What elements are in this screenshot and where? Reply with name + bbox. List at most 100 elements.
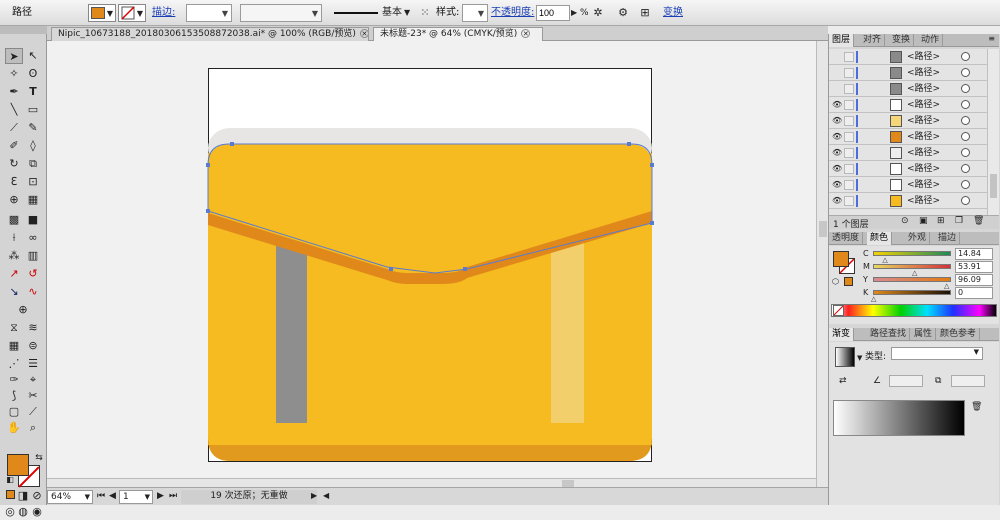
close-icon[interactable]: ✕ xyxy=(521,29,531,38)
hand-tool-icon[interactable]: ✋ xyxy=(5,420,23,436)
none-mode-icon[interactable]: ⊘ xyxy=(28,488,46,504)
aspect-ratio-field[interactable] xyxy=(951,375,985,387)
angle-field[interactable] xyxy=(889,375,923,387)
perspective-grid-tool-icon[interactable]: ▦ xyxy=(24,192,42,208)
eye-icon[interactable]: 👁 xyxy=(832,180,842,190)
layer-row[interactable]: 👁 <路径> xyxy=(829,161,987,177)
mesh-tool-icon[interactable]: ▩ xyxy=(5,212,23,228)
direct-selection-tool-icon[interactable]: ↖ xyxy=(24,48,42,64)
gradient-type-select[interactable]: ▼ xyxy=(891,347,983,360)
eye-icon[interactable]: 👁 xyxy=(832,100,842,110)
scrollbar-thumb[interactable] xyxy=(819,221,827,237)
gradient-preview[interactable] xyxy=(835,347,855,367)
channel-value-input[interactable]: 14.84 xyxy=(955,248,993,260)
document-setup-icon[interactable]: ⚙ xyxy=(614,4,632,22)
eye-icon[interactable] xyxy=(832,68,842,78)
eye-icon[interactable]: 👁 xyxy=(832,116,842,126)
make-clipping-mask-icon[interactable]: ▣ xyxy=(919,216,928,226)
lock-toggle[interactable] xyxy=(844,132,854,142)
document-canvas[interactable] xyxy=(47,41,828,487)
reverse-gradient-icon[interactable]: ⇄ xyxy=(839,376,847,386)
tab-gradient[interactable]: 渐变 xyxy=(829,328,855,341)
none-color-icon[interactable] xyxy=(833,305,844,316)
target-icon[interactable] xyxy=(961,196,970,205)
lock-toggle[interactable] xyxy=(844,180,854,190)
shape-builder-tool-icon[interactable]: ⊕ xyxy=(5,192,23,208)
document-tab-active[interactable]: 未标题-23* @ 64% (CMYK/预览) ✕ xyxy=(373,27,543,41)
lock-toggle[interactable] xyxy=(844,148,854,158)
gradient-tool-icon[interactable]: ■ xyxy=(24,212,42,228)
color-fill-swatch[interactable] xyxy=(833,251,849,267)
tab-stroke[interactable]: 描边 xyxy=(935,232,961,245)
rectangle-tool-icon[interactable]: ▭ xyxy=(24,102,42,118)
line-tool-icon[interactable]: ╲ xyxy=(5,102,23,118)
layer-row[interactable]: <路径> xyxy=(829,49,987,65)
fill-color-button[interactable]: ▼ xyxy=(88,4,116,22)
eye-icon[interactable]: 👁 xyxy=(832,148,842,158)
target-icon[interactable] xyxy=(961,68,970,77)
close-icon[interactable]: ✕ xyxy=(359,29,368,38)
blend-tool-icon[interactable]: ∞ xyxy=(24,230,42,246)
slider-thumb-icon[interactable]: △ xyxy=(871,296,876,303)
target-icon[interactable] xyxy=(961,132,970,141)
variable-width-field[interactable]: ▼ xyxy=(240,4,322,22)
locate-object-icon[interactable]: ⊙ xyxy=(901,216,909,226)
stroke-weight-field[interactable]: ▼ xyxy=(186,4,232,22)
chevron-down-icon[interactable]: ▼ xyxy=(857,354,862,362)
transform-link[interactable]: 变换 xyxy=(663,4,683,22)
angle-icon[interactable]: ∠ xyxy=(873,376,881,386)
scrollbar-thumb[interactable] xyxy=(990,174,997,198)
fill-color-box[interactable] xyxy=(7,454,29,476)
opacity-link[interactable]: 不透明度: xyxy=(491,4,534,22)
pen-tool-icon[interactable]: ✒ xyxy=(5,84,23,100)
layer-row[interactable]: 👁 <路径> xyxy=(829,177,987,193)
slider-track[interactable] xyxy=(873,290,951,295)
tab-color[interactable]: 颜色 xyxy=(867,232,893,245)
chevron-right-icon[interactable]: ▶ xyxy=(571,4,577,22)
target-icon[interactable] xyxy=(961,116,970,125)
layers-scrollbar[interactable] xyxy=(987,49,999,215)
warp-tool-icon[interactable]: ℇ xyxy=(5,174,23,190)
lock-toggle[interactable] xyxy=(844,196,854,206)
brush-profile-select[interactable]: 基本 ▼ xyxy=(332,4,414,22)
stroke-link[interactable]: 描边: xyxy=(152,4,175,22)
list-tool-icon[interactable]: ☰ xyxy=(24,356,42,372)
layer-row[interactable]: 👁 <路径> xyxy=(829,113,987,129)
tab-actions[interactable]: 动作 xyxy=(918,34,944,47)
target-icon[interactable] xyxy=(961,148,970,157)
envelope-tool-icon[interactable]: ≋ xyxy=(24,320,42,336)
new-layer-icon[interactable]: ❐ xyxy=(955,216,963,226)
panel-menu-icon[interactable]: ≡ xyxy=(988,34,995,43)
tab-layers[interactable]: 图层 xyxy=(829,34,855,47)
out-of-gamut-swatch[interactable] xyxy=(844,277,853,286)
type-tool-icon[interactable]: T xyxy=(24,84,42,100)
scissors-tool-icon[interactable]: ✂ xyxy=(24,388,42,404)
tab-transform[interactable]: 变换 xyxy=(889,34,915,47)
channel-value-input[interactable]: 0 xyxy=(955,287,993,299)
aspect-ratio-icon[interactable]: ⧉ xyxy=(935,376,941,386)
curvature-tool-icon[interactable]: ↺ xyxy=(24,266,42,282)
scroll-left-icon[interactable]: ◀ xyxy=(323,490,329,504)
eye-icon[interactable] xyxy=(832,84,842,94)
layer-row[interactable]: 👁 <路径> xyxy=(829,129,987,145)
target-icon[interactable] xyxy=(961,52,970,61)
color-slider-m[interactable]: M △ 53.91 xyxy=(859,261,999,277)
eye-icon[interactable]: 👁 xyxy=(832,196,842,206)
lock-toggle[interactable] xyxy=(844,164,854,174)
smooth-tool-icon[interactable]: ∿ xyxy=(24,284,42,300)
prev-artboard-icon[interactable]: ◀ xyxy=(109,490,116,504)
paintbrush-tool-icon[interactable]: ⟋ xyxy=(5,120,23,136)
globe-tool-icon[interactable]: ⊕ xyxy=(14,302,32,318)
channel-value-input[interactable]: 96.09 xyxy=(955,274,993,286)
blob-brush-tool-icon[interactable]: ✐ xyxy=(5,138,23,154)
layer-row[interactable]: 👁 <路径> xyxy=(829,145,987,161)
graphic-style-picker[interactable]: ▼ xyxy=(462,4,488,22)
anchor-point-tool-icon[interactable]: ↗ xyxy=(5,266,23,282)
stroke-color-button[interactable]: ▼ xyxy=(118,4,146,22)
align-options-icon[interactable]: ⊞ xyxy=(636,4,654,22)
draw-inside-icon[interactable]: ◉ xyxy=(28,504,46,520)
eyedropper-tool-icon[interactable]: ⟊ xyxy=(5,230,23,246)
color-slider-y[interactable]: Y △ 96.09 xyxy=(859,274,999,290)
convert-anchor-tool-icon[interactable]: ↘ xyxy=(5,284,23,300)
cube-icon[interactable]: ⬡ xyxy=(832,277,839,286)
